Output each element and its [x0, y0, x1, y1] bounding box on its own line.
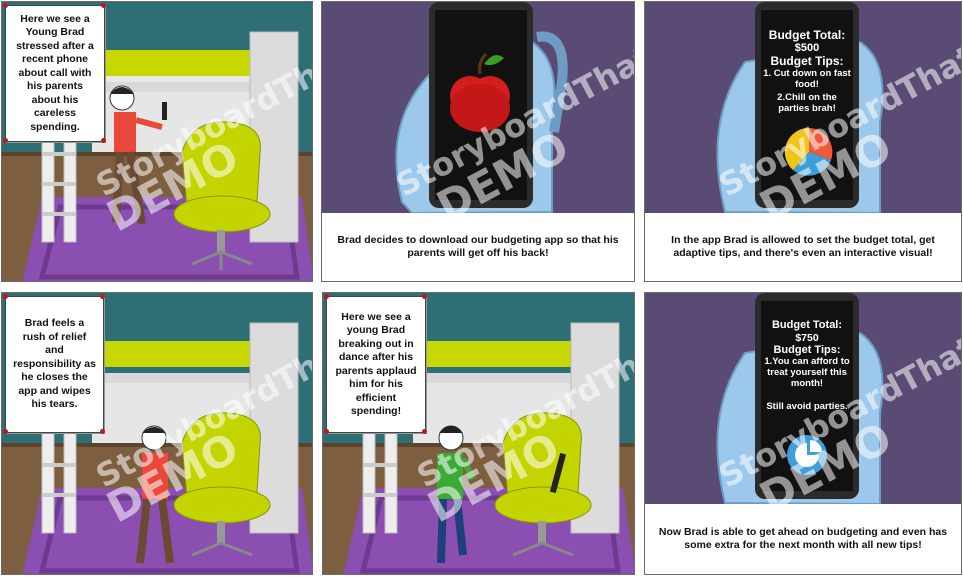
pin: [101, 138, 106, 143]
screen-tip: 1. Cut down on fast food!: [763, 68, 851, 90]
pin: [100, 429, 105, 434]
panel-1-note: Here we see a Young Brad stressed after …: [5, 5, 105, 142]
screen-tip: 1.You can afford to treat yourself this …: [764, 356, 850, 389]
pin: [422, 294, 427, 299]
panel-3: Budget Total: $500 Budget Tips: 1. Cut d…: [644, 1, 962, 282]
screen-budget-amount: $750: [795, 332, 819, 344]
pie-chart[interactable]: [784, 127, 833, 176]
screen-budget-title: Budget Total:: [771, 319, 843, 331]
pin: [324, 294, 329, 299]
panel-1: Here we see a Young Brad stressed after …: [1, 1, 313, 282]
panel-2-caption: Brad decides to download our budgeting a…: [322, 213, 634, 281]
panel-3-caption: In the app Brad is allowed to set the bu…: [645, 213, 961, 281]
panel-6: Budget Total: $750 Budget Tips: 1.You ca…: [644, 292, 962, 575]
panel-6-caption: Now Brad is able to get ahead on budgeti…: [645, 504, 961, 574]
pin: [3, 429, 8, 434]
panel-5-note: Here we see a young Brad breaking out in…: [326, 296, 426, 433]
screen-tip: 2.Chill on the parties brah!: [777, 92, 837, 114]
screen-tips-title: Budget Tips:: [770, 54, 844, 68]
screen-tip: Still avoid parties.: [766, 401, 848, 412]
pin: [324, 429, 329, 434]
pin: [422, 429, 427, 434]
pin: [100, 294, 105, 299]
panel-2: Brad decides to download our budgeting a…: [321, 1, 635, 282]
pin: [101, 3, 106, 8]
pin: [3, 138, 8, 143]
pie-chart-icon[interactable]: [787, 435, 827, 475]
panel-5: Here we see a young Brad breaking out in…: [322, 292, 635, 575]
pin: [3, 294, 8, 299]
screen-tips-title: Budget Tips:: [773, 344, 841, 356]
panel-4-note: Brad feels a rush of relief and responsi…: [5, 296, 104, 433]
phone-apple-scene: [322, 2, 634, 213]
screen-budget-title: Budget Total:: [768, 28, 846, 42]
panel-4: Brad feels a rush of relief and responsi…: [1, 292, 313, 575]
pin: [3, 3, 8, 8]
screen-budget-amount: $500: [794, 42, 820, 54]
